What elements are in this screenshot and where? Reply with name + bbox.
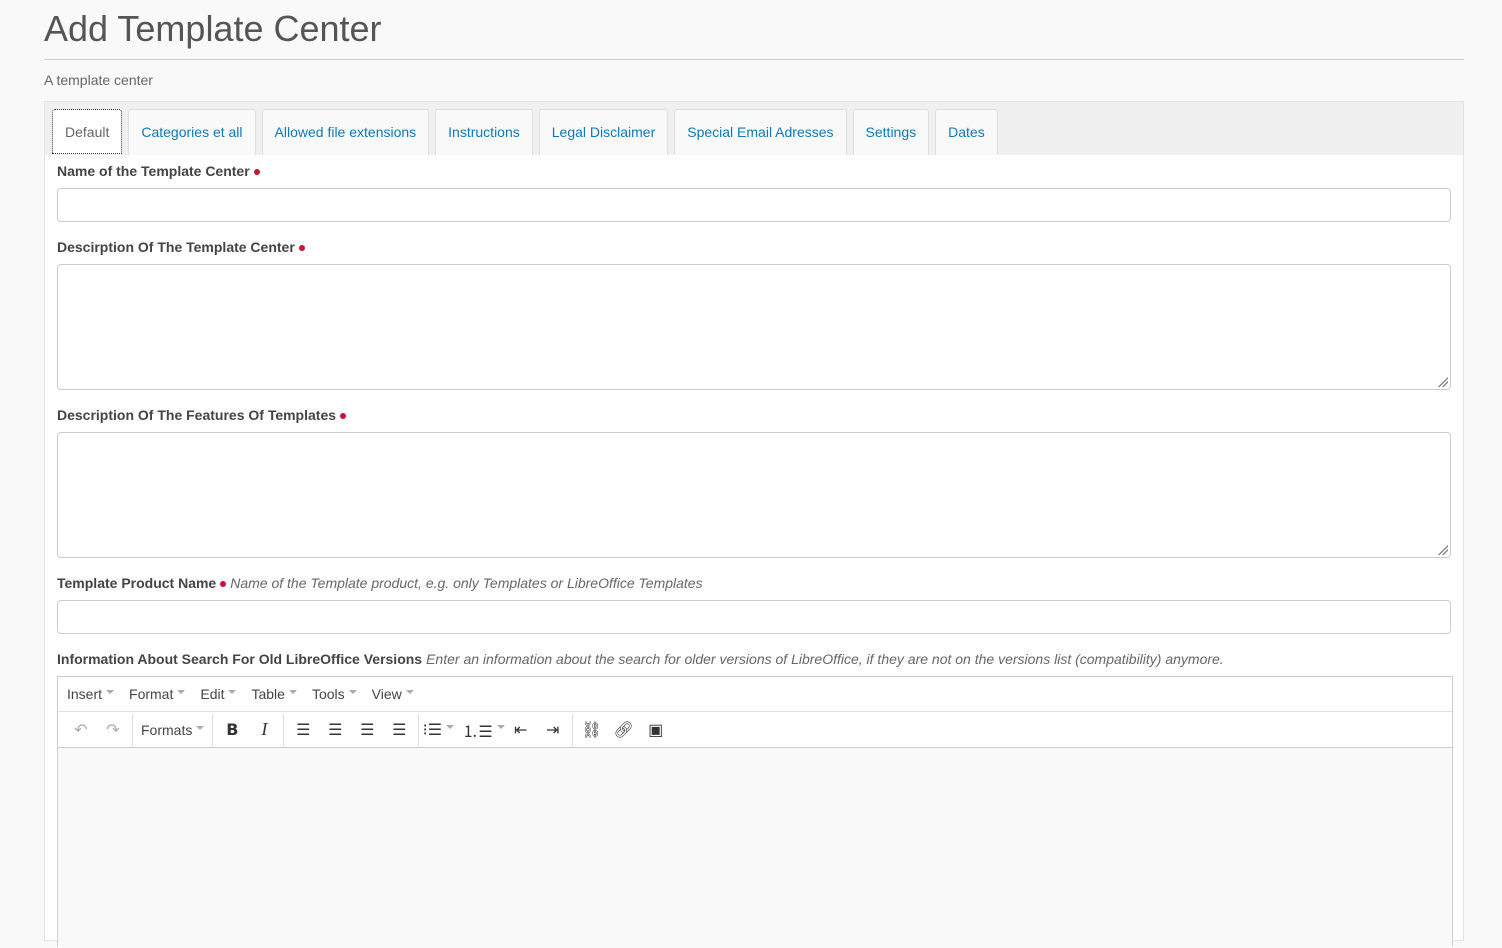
tab-categories[interactable]: Categories et all <box>128 109 256 155</box>
description-label: Descirption Of The Template Center <box>57 239 305 255</box>
align-right-icon[interactable]: ☰ <box>351 715 383 745</box>
resize-handle-icon[interactable] <box>1438 377 1448 387</box>
search-info-label-text: Information About Search For Old LibreOf… <box>57 651 423 667</box>
menu-table[interactable]: Table <box>251 686 297 702</box>
redo-icon[interactable]: ↷ <box>97 715 129 745</box>
caret-down-icon <box>177 690 186 695</box>
required-icon <box>253 169 260 176</box>
tab-instructions[interactable]: Instructions <box>435 109 533 155</box>
divider <box>44 59 1464 60</box>
menu-label: Format <box>129 686 174 702</box>
rich-text-editor: Insert Format Edit Table Tools View ↶ ↷ … <box>57 676 1453 948</box>
menu-tools[interactable]: Tools <box>312 686 357 702</box>
tab-legal-disclaimer[interactable]: Legal Disclaimer <box>538 109 669 155</box>
description-textarea[interactable] <box>57 264 1451 390</box>
editor-content-area[interactable] <box>58 748 1452 948</box>
menu-view[interactable]: View <box>372 686 414 702</box>
features-textarea[interactable] <box>57 432 1451 558</box>
name-label-text: Name of the Template Center <box>57 163 250 179</box>
tab-dates[interactable]: Dates <box>935 109 998 155</box>
tab-default[interactable]: Default <box>52 109 123 154</box>
menu-label: View <box>371 686 402 702</box>
name-input[interactable] <box>57 188 1451 222</box>
formats-dropdown[interactable]: Formats <box>141 721 205 738</box>
caret-down-icon <box>106 690 115 695</box>
menu-label: Tools <box>311 686 345 702</box>
link-icon[interactable]: 🔗︎ <box>608 715 640 745</box>
caret-down-icon <box>405 690 414 695</box>
menu-label: Insert <box>67 686 103 702</box>
features-label-text: Description Of The Features Of Templates <box>57 407 337 423</box>
undo-icon[interactable]: ↶ <box>65 715 97 745</box>
editor-toolbar: ↶ ↷ Formats B I ☰ ☰ ☰ ☰ ⁝☰ ⒈☰ ⇤ ⇥ ⛓ 🔗︎ ▣ <box>58 712 1452 748</box>
caret-down-icon <box>348 690 357 695</box>
resize-handle-icon[interactable] <box>1438 545 1448 555</box>
outdent-icon[interactable]: ⇤ <box>505 715 537 745</box>
italic-icon[interactable]: I <box>248 715 280 745</box>
search-info-label: Information About Search For Old LibreOf… <box>57 651 1224 667</box>
image-icon[interactable]: ▣ <box>640 715 672 745</box>
features-label: Description Of The Features Of Templates <box>57 407 347 423</box>
unlink-icon[interactable]: ⛓ <box>576 715 608 745</box>
required-icon <box>340 413 347 420</box>
required-icon <box>220 581 227 588</box>
required-icon <box>298 245 305 252</box>
tab-bar: Default Categories et all Allowed file e… <box>45 102 1463 155</box>
align-left-icon[interactable]: ☰ <box>287 715 319 745</box>
tab-settings[interactable]: Settings <box>852 109 930 155</box>
caret-down-icon <box>228 690 237 695</box>
caret-down-icon <box>446 724 455 729</box>
page-subtitle: A template center <box>44 72 153 88</box>
menu-label: Edit <box>200 686 225 702</box>
align-center-icon[interactable]: ☰ <box>319 715 351 745</box>
form-panel: Default Categories et all Allowed file e… <box>44 101 1464 948</box>
tab-special-email-adresses[interactable]: Special Email Adresses <box>674 109 847 155</box>
product-hint: Name of the Template product, e.g. only … <box>230 575 703 591</box>
bold-icon[interactable]: B <box>216 715 248 745</box>
tab-allowed-file-extensions[interactable]: Allowed file extensions <box>261 109 430 155</box>
menu-format[interactable]: Format <box>129 686 186 702</box>
menu-edit[interactable]: Edit <box>200 686 237 702</box>
name-label: Name of the Template Center <box>57 163 260 179</box>
product-input[interactable] <box>57 600 1451 634</box>
search-info-hint: Enter an information about the search fo… <box>426 651 1224 667</box>
caret-down-icon <box>196 725 205 730</box>
product-label: Template Product Name Name of the Templat… <box>57 575 703 591</box>
editor-menubar: Insert Format Edit Table Tools View <box>58 677 1452 712</box>
numbered-list-icon[interactable]: ⒈☰ <box>462 715 505 745</box>
description-label-text: Descirption Of The Template Center <box>57 239 295 255</box>
indent-icon[interactable]: ⇥ <box>537 715 569 745</box>
caret-down-icon <box>496 724 505 729</box>
product-label-text: Template Product Name <box>57 575 217 591</box>
bullet-list-icon[interactable]: ⁝☰ <box>422 715 455 745</box>
formats-label: Formats <box>141 721 193 738</box>
menu-insert[interactable]: Insert <box>67 686 115 702</box>
caret-down-icon <box>288 690 297 695</box>
menu-label: Table <box>251 686 285 702</box>
page-title: Add Template Center <box>44 8 382 49</box>
align-justify-icon[interactable]: ☰ <box>383 715 415 745</box>
